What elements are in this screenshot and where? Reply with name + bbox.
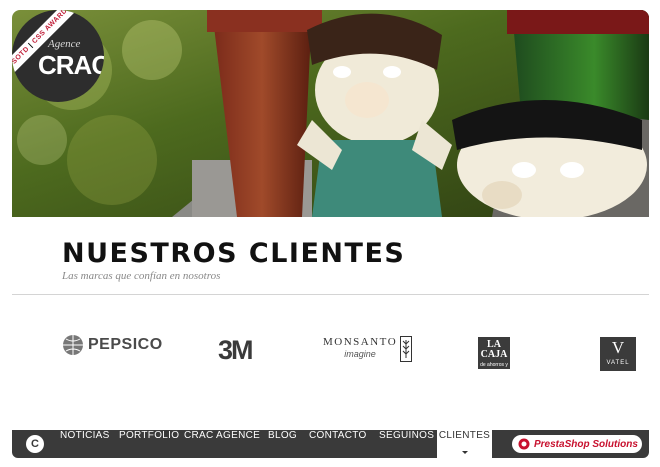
section-divider [12, 294, 649, 295]
nav-item-clientes[interactable]: CLIENTES [437, 430, 492, 458]
lacaja-name: LA CAJA [480, 339, 508, 360]
nav-item-blog[interactable]: BLOG [268, 430, 297, 458]
pepsico-name: PEPSICO [88, 336, 163, 353]
crac-agence-badge[interactable]: SOTD | CSS AWARDS Agence CRAC [12, 10, 104, 102]
lacaja-subtitle: de ahorros y seguros [480, 362, 508, 374]
nav-item-contacto[interactable]: CONTACTO [309, 430, 367, 458]
page-subtitle: Las marcas que confían en nosotros [62, 270, 221, 282]
nav-item-portfolio[interactable]: PORTFOLIO [119, 430, 179, 458]
monsanto-words: MONSANTO imagine [323, 336, 397, 359]
nav-item-seguinos[interactable]: SEGUINOS [379, 430, 434, 458]
active-caret-icon [461, 451, 468, 454]
prestashop-label: PrestaShop Solutions [534, 438, 638, 450]
prestashop-icon [518, 438, 530, 450]
vatel-letter: V [611, 338, 625, 357]
home-logo-icon[interactable]: C [26, 435, 44, 453]
client-logo-pepsico[interactable]: PEPSICO [62, 334, 163, 356]
nav-item-clientes-label: CLIENTES [438, 430, 491, 441]
client-logo-vatel[interactable]: V VATEL [600, 337, 636, 371]
wheat-icon [400, 336, 413, 362]
nav-item-noticias[interactable]: NOTICIAS [60, 430, 110, 458]
nav-item-crac-agence[interactable]: CRAC AGENCE [184, 430, 260, 458]
vatel-name: VATEL [606, 360, 630, 366]
prestashop-solutions-badge[interactable]: PrestaShop Solutions [512, 435, 642, 453]
page-title: NUESTROS CLIENTES [62, 238, 406, 269]
main-nav: C NOTICIAS PORTFOLIO CRAC AGENCE BLOG CO… [12, 430, 649, 458]
pepsico-globe-icon [63, 335, 83, 355]
hero-illustration [12, 10, 649, 217]
client-logo-3m[interactable]: 3M [218, 336, 253, 364]
client-logo-monsanto[interactable]: MONSANTO imagine [323, 336, 413, 362]
client-logo-la-caja[interactable]: LA CAJA de ahorros y seguros [478, 337, 510, 374]
hero-image [12, 10, 649, 217]
monsanto-name: MONSANTO [323, 336, 398, 348]
badge-agence-text: Agence [48, 38, 81, 50]
monsanto-tagline: imagine [344, 349, 376, 359]
crac-logo: CRAC [38, 50, 104, 80]
